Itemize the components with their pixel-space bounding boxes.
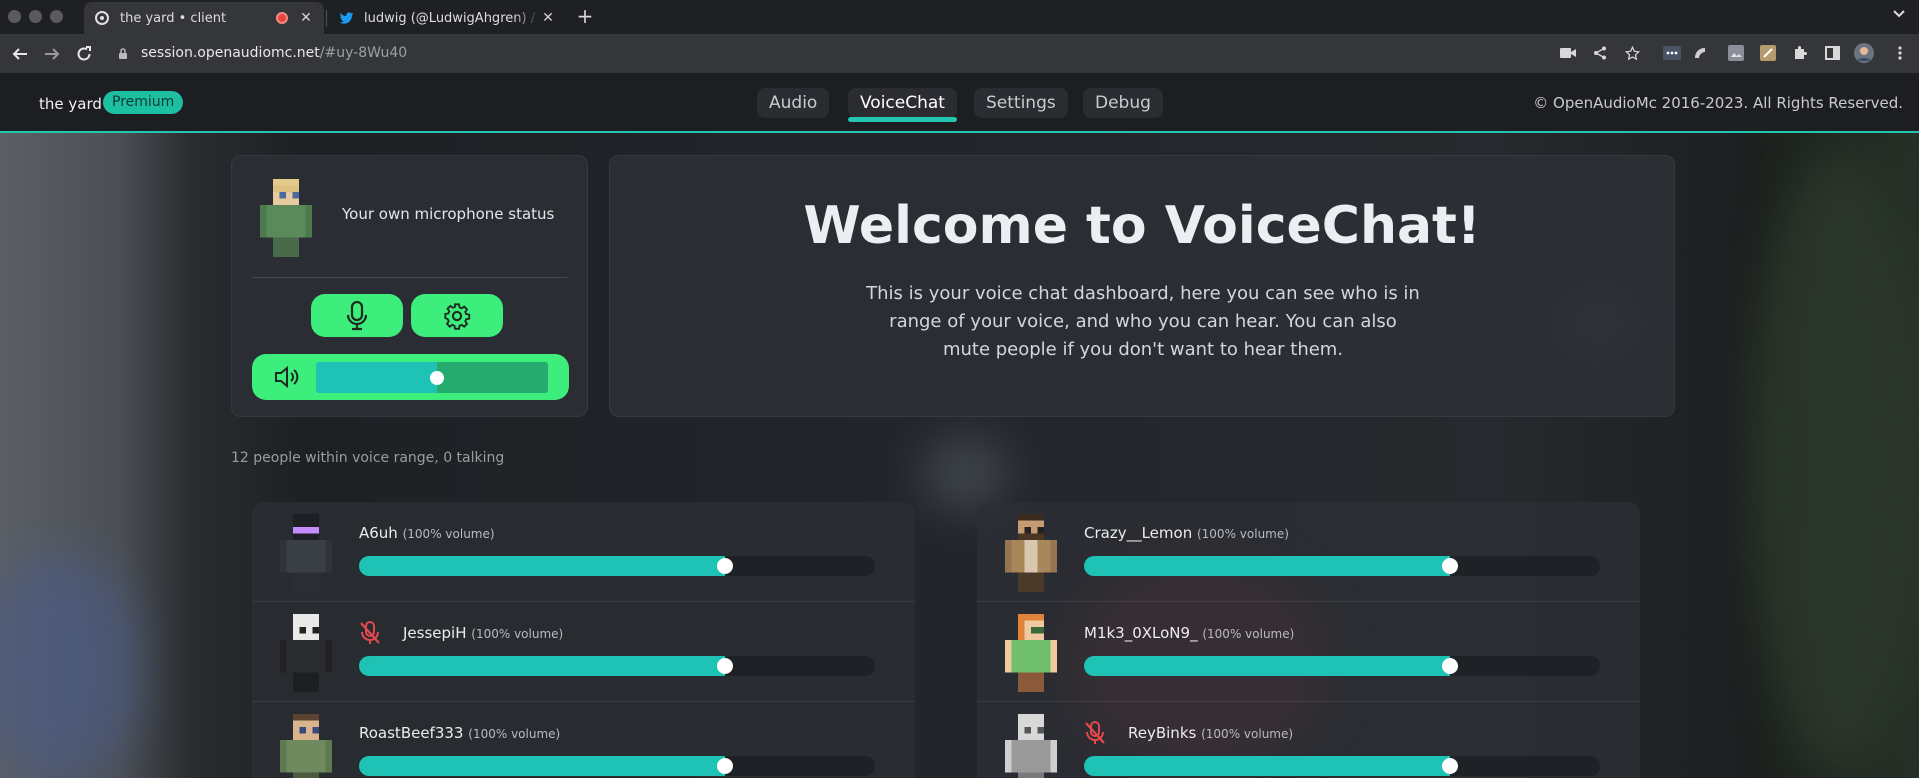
recording-indicator-icon	[276, 12, 288, 24]
tab-debug[interactable]: Debug	[1083, 88, 1163, 118]
gear-icon	[444, 302, 471, 330]
divider	[252, 277, 567, 278]
player-volume-thumb[interactable]	[717, 758, 734, 774]
reload-icon[interactable]	[73, 43, 95, 65]
player-volume-thumb[interactable]	[1442, 758, 1459, 774]
bookmark-star-icon[interactable]	[1622, 43, 1642, 63]
volume-slider-thumb[interactable]	[429, 371, 444, 385]
muted-microphone-icon	[1085, 721, 1105, 744]
player-avatar	[1005, 714, 1057, 778]
voice-settings-button[interactable]	[411, 294, 503, 337]
player-volume-slider[interactable]	[359, 556, 875, 576]
close-tab-icon[interactable]: ✕	[298, 10, 314, 26]
lock-icon[interactable]	[118, 48, 128, 59]
welcome-card: Welcome to VoiceChat! This is your voice…	[609, 155, 1675, 417]
url-path: /#uy-8Wu40	[319, 45, 408, 61]
welcome-description: This is your voice chat dashboard, here …	[866, 283, 1420, 360]
url-domain: session.openaudiomc.net	[141, 45, 320, 61]
speaker-volume-icon	[275, 365, 299, 389]
extension-brush-icon[interactable]	[1758, 43, 1778, 63]
volume-slider[interactable]	[316, 362, 548, 393]
background-blur	[0, 553, 140, 778]
browser-tab-strip: the yard • client ✕ ludwig (@LudwigAhgre…	[0, 0, 1919, 34]
microphone-card: Your own microphone status	[231, 155, 588, 417]
copyright-text: © OpenAudioMc 2016-2023. All Rights Rese…	[1533, 94, 1903, 112]
forward-arrow-icon[interactable]	[41, 43, 63, 65]
player-volume-slider[interactable]	[359, 656, 875, 676]
extension-wave-icon[interactable]	[1690, 43, 1710, 63]
voice-range-status: 12 people within voice range, 0 talking	[231, 450, 505, 466]
player-avatar	[1005, 614, 1057, 692]
own-avatar	[260, 179, 312, 257]
back-arrow-icon[interactable]	[9, 43, 31, 65]
player-name: M1k3_0XLoN9_ (100% volume)	[1084, 624, 1295, 642]
tab-voicechat[interactable]: VoiceChat	[848, 88, 957, 122]
tab-title: the yard • client	[120, 10, 227, 26]
player-row: A6uh (100% volume)	[252, 502, 915, 602]
player-row: Crazy__Lemon (100% volume)	[977, 502, 1640, 602]
player-name: RoastBeef333 (100% volume)	[359, 724, 561, 742]
volume-slider-fill	[316, 362, 437, 393]
microphone-icon	[346, 300, 368, 330]
player-avatar	[280, 614, 332, 692]
browser-tab-client[interactable]: the yard • client ✕	[84, 2, 324, 34]
player-row: RoastBeef333 (100% volume)	[252, 702, 915, 778]
player-volume-slider[interactable]	[1084, 756, 1600, 776]
extensions-puzzle-icon[interactable]	[1790, 43, 1810, 63]
background-blur	[1750, 153, 1919, 773]
app-header: the yard Premium Audio VoiceChat Setting…	[0, 73, 1919, 133]
browser-menu-icon[interactable]	[1890, 43, 1910, 63]
nearby-players-list-left: A6uh (100% volume) JessepiH (100% volume…	[252, 502, 915, 778]
new-tab-button[interactable]: +	[573, 5, 597, 29]
twitter-bird-icon	[338, 10, 354, 26]
mic-status-label: Your own microphone status	[342, 205, 555, 223]
player-volume-slider[interactable]	[1084, 656, 1600, 676]
player-name: JessepiH (100% volume)	[403, 624, 564, 642]
window-maximize-dot[interactable]	[50, 10, 63, 23]
tab-settings[interactable]: Settings	[974, 88, 1068, 118]
browser-toolbar: session.openaudiomc.net/#uy-8Wu40	[0, 34, 1919, 73]
openaudiomc-favicon-icon	[94, 10, 110, 26]
server-name: the yard	[39, 95, 102, 113]
player-avatar	[280, 714, 332, 778]
player-volume-thumb[interactable]	[717, 658, 734, 674]
player-row: JessepiH (100% volume)	[252, 602, 915, 702]
tab-title: ludwig (@LudwigAhgren) / Tw	[364, 10, 540, 26]
player-volume-thumb[interactable]	[1442, 558, 1459, 574]
welcome-title: Welcome to VoiceChat!	[803, 196, 1481, 256]
player-avatar	[1005, 514, 1057, 592]
tab-separator	[326, 10, 327, 26]
window-minimize-dot[interactable]	[29, 10, 42, 23]
volume-control	[252, 354, 569, 400]
voicechat-page: the yard Premium Audio VoiceChat Setting…	[0, 73, 1919, 778]
browser-tab-twitter[interactable]: ludwig (@LudwigAhgren) / Tw ✕	[328, 2, 566, 34]
player-row: M1k3_0XLoN9_ (100% volume)	[977, 602, 1640, 702]
player-row: ReyBinks (100% volume)	[977, 702, 1640, 778]
player-volume-slider[interactable]	[359, 756, 875, 776]
muted-microphone-icon	[360, 621, 380, 644]
window-close-dot[interactable]	[8, 10, 21, 23]
extension-image-icon[interactable]	[1726, 43, 1746, 63]
share-icon[interactable]	[1590, 43, 1610, 63]
tab-audio[interactable]: Audio	[757, 88, 830, 118]
player-volume-slider[interactable]	[1084, 556, 1600, 576]
nearby-players-list-right: Crazy__Lemon (100% volume) M1k3_0XLoN9_ …	[977, 502, 1640, 778]
player-volume-thumb[interactable]	[717, 558, 734, 574]
background-blur	[920, 433, 1010, 513]
microphone-toggle-button[interactable]	[311, 294, 403, 337]
close-tab-icon[interactable]: ✕	[540, 10, 556, 26]
extension-dots-icon[interactable]	[1662, 43, 1682, 63]
camera-icon[interactable]	[1558, 43, 1578, 63]
tab-search-chevron-icon[interactable]	[1893, 7, 1905, 21]
player-name: Crazy__Lemon (100% volume)	[1084, 524, 1289, 542]
profile-avatar[interactable]	[1854, 43, 1874, 63]
player-volume-thumb[interactable]	[1442, 658, 1459, 674]
side-panel-icon[interactable]	[1822, 43, 1842, 63]
address-bar[interactable]: session.openaudiomc.net/#uy-8Wu40	[141, 45, 407, 61]
player-name: ReyBinks (100% volume)	[1128, 724, 1294, 742]
player-avatar	[280, 514, 332, 592]
player-name: A6uh (100% volume)	[359, 524, 495, 542]
premium-badge: Premium	[103, 91, 184, 114]
